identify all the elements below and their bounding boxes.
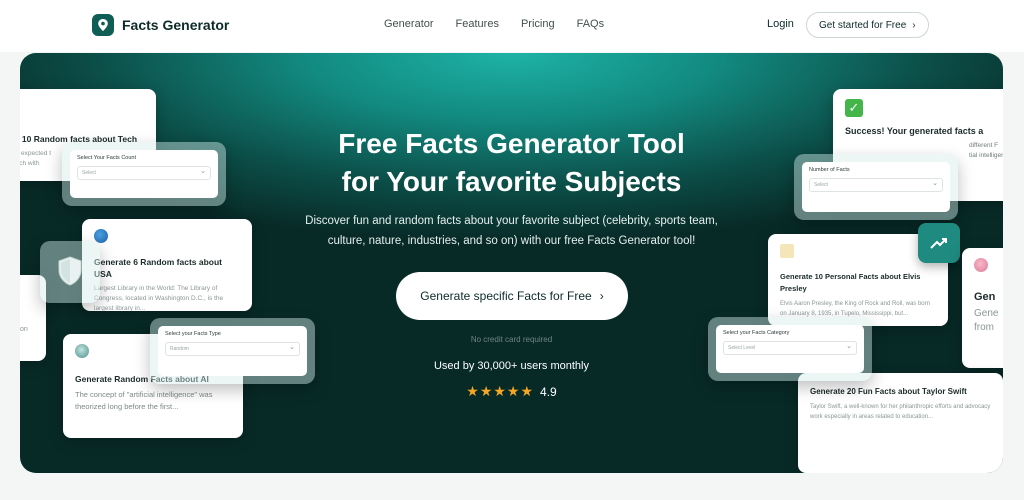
generate-facts-button[interactable]: Generate specific Facts for Free › xyxy=(396,272,628,320)
brain-icon xyxy=(974,258,988,272)
elvis-facts-text: Elvis Aaron Presley, the King of Rock an… xyxy=(780,301,930,317)
success-title: Success! Your generated facts a xyxy=(845,126,984,136)
nav-link-faqs[interactable]: FAQs xyxy=(577,18,605,30)
nav-links: Generator Features Pricing FAQs xyxy=(384,18,604,30)
number-of-facts-label: Number of Facts xyxy=(809,167,850,173)
logo[interactable]: Facts Generator xyxy=(92,14,229,36)
chevron-right-icon: › xyxy=(912,19,916,31)
facts-category-select[interactable]: Select Level xyxy=(723,341,857,355)
get-started-button[interactable]: Get started for Free › xyxy=(806,12,929,38)
get-started-label: Get started for Free xyxy=(819,19,907,31)
usa-facts-title: Generate 6 Random facts about USA xyxy=(94,257,223,279)
robot-icon xyxy=(75,344,89,358)
nav-link-pricing[interactable]: Pricing xyxy=(521,18,555,30)
memo-icon xyxy=(780,244,794,258)
globe-icon xyxy=(94,229,108,243)
left-edge-text: on xyxy=(20,326,28,333)
taylor-facts-card: Generate 20 Fun Facts about Taylor Swift… xyxy=(798,373,1003,473)
facts-type-select[interactable]: Random xyxy=(165,342,300,356)
right-edge-title: Gen xyxy=(974,291,996,303)
facts-category-select-panel: Select your Facts Category Select Level xyxy=(708,317,872,381)
rating-value: 4.9 xyxy=(540,385,557,399)
nav-link-features[interactable]: Features xyxy=(456,18,499,30)
taylor-facts-text: Taylor Swift, a well-known for her phila… xyxy=(810,404,991,420)
taylor-facts-title: Generate 20 Fun Facts about Taylor Swift xyxy=(810,387,967,396)
login-link[interactable]: Login xyxy=(767,18,794,30)
elvis-facts-title: Generate 10 Personal Facts about Elvis P… xyxy=(780,272,921,293)
location-pin-icon xyxy=(92,14,114,36)
usa-facts-card: Generate 6 Random facts about USA Larges… xyxy=(82,219,252,311)
shield-badge xyxy=(40,241,100,303)
top-nav: Facts Generator Generator Features Prici… xyxy=(0,0,1024,52)
right-edge-text: Gene from xyxy=(974,308,999,333)
usa-facts-text: Largest Library in the World: The Librar… xyxy=(94,285,224,311)
hero-section: te 10 Random facts about Tech be expecte… xyxy=(20,53,1003,473)
shield-icon xyxy=(58,256,82,286)
logo-text: Facts Generator xyxy=(122,17,230,33)
star-rating-icon: ★★★★★ xyxy=(466,383,535,399)
number-of-facts-panel: Number of Facts Select xyxy=(794,154,958,220)
number-of-facts-select[interactable]: Select xyxy=(809,178,943,192)
hero-desc-line2: culture, nature, industries, and so on) … xyxy=(327,235,696,247)
generate-facts-label: Generate specific Facts for Free xyxy=(420,289,592,303)
trend-badge xyxy=(918,223,960,263)
hero-desc-line1: Discover fun and random facts about your… xyxy=(305,215,718,227)
chevron-right-icon: › xyxy=(599,289,604,303)
nav-link-generator[interactable]: Generator xyxy=(384,18,434,30)
checkmark-icon: ✓ xyxy=(845,99,863,117)
facts-type-select-panel: Select your Facts Type Random xyxy=(150,318,315,384)
hero-description: Discover fun and random facts about your… xyxy=(290,211,733,251)
trending-up-icon xyxy=(930,238,947,249)
facts-category-label: Select your Facts Category xyxy=(723,330,790,336)
right-edge-card: Gen Gene from xyxy=(962,248,1003,368)
